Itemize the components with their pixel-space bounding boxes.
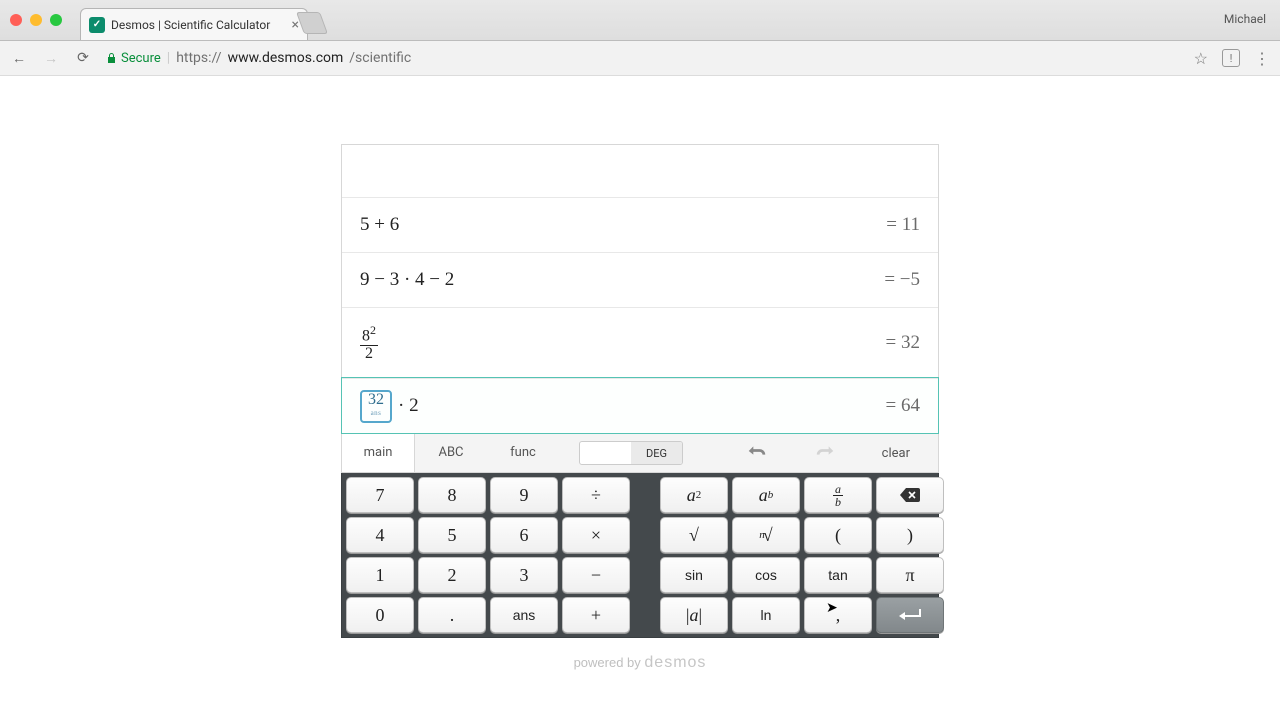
key-ans[interactable]: ans xyxy=(490,597,558,633)
profile-badge[interactable]: Michael xyxy=(1224,12,1266,26)
key-multiply[interactable]: × xyxy=(562,517,630,553)
keypad-left: 7 8 9 ÷ 4 5 6 × 1 2 3 − 0 . ans + xyxy=(346,477,630,633)
keypad-right: a2 ab ab √ n√ ( ) sin cos tan π |a| ln , xyxy=(660,477,944,633)
deg-option[interactable]: DEG xyxy=(631,442,682,464)
frac-exponent: 2 xyxy=(370,323,376,337)
keypad-toolbar: main ABC func DEG clear xyxy=(341,434,939,473)
redo-button xyxy=(814,444,840,462)
history-result: = −5 xyxy=(884,269,920,291)
key-decimal[interactable]: . xyxy=(418,597,486,633)
active-result: = 64 xyxy=(886,395,920,417)
history-expr: 5 + 6 xyxy=(360,214,886,236)
history-expr: 82 2 xyxy=(360,324,886,361)
secure-label: Secure xyxy=(121,51,161,66)
footer-prefix: powered by xyxy=(574,655,645,670)
secure-indicator: Secure xyxy=(106,51,161,66)
key-power[interactable]: ab xyxy=(732,477,800,513)
keypad: 7 8 9 ÷ 4 5 6 × 1 2 3 − 0 . ans + a2 ab … xyxy=(341,473,939,638)
key-backspace[interactable] xyxy=(876,477,944,513)
browser-tab[interactable]: ✓ Desmos | Scientific Calculator × xyxy=(80,8,308,40)
minimize-window-icon[interactable] xyxy=(30,14,42,26)
maximize-window-icon[interactable] xyxy=(50,14,62,26)
back-button[interactable]: ← xyxy=(10,50,28,67)
key-ln[interactable]: ln xyxy=(732,597,800,633)
url-path: /scientific xyxy=(349,50,411,66)
calculator: 5 + 6 = 11 9 − 3 · 4 − 2 = −5 82 2 = 32 xyxy=(341,144,939,672)
tab-abc[interactable]: ABC xyxy=(415,434,487,472)
key-abs[interactable]: |a| xyxy=(660,597,728,633)
key-enter[interactable] xyxy=(876,597,944,633)
browser-toolbar: ← → ⟳ Secure | https://www.desmos.com/sc… xyxy=(0,41,1280,76)
undo-icon xyxy=(746,444,768,458)
display-area: 5 + 6 = 11 9 − 3 · 4 − 2 = −5 82 2 = 32 xyxy=(341,144,939,434)
key-comma[interactable]: , xyxy=(804,597,872,633)
key-pi[interactable]: π xyxy=(876,557,944,593)
footer-brand: desmos xyxy=(644,654,706,671)
reload-button[interactable]: ⟳ xyxy=(74,50,92,66)
clear-button[interactable]: clear xyxy=(882,446,910,461)
key-6[interactable]: 6 xyxy=(490,517,558,553)
key-nthroot[interactable]: n√ xyxy=(732,517,800,553)
key-square[interactable]: a2 xyxy=(660,477,728,513)
key-fraction[interactable]: ab xyxy=(804,477,872,513)
history-result: = 11 xyxy=(886,214,920,236)
ans-value: 32 xyxy=(368,393,384,407)
tab-title: Desmos | Scientific Calculator xyxy=(111,18,270,32)
lock-icon xyxy=(106,52,117,64)
rad-option[interactable] xyxy=(580,442,631,464)
history-row[interactable]: 5 + 6 = 11 xyxy=(342,197,938,252)
key-3[interactable]: 3 xyxy=(490,557,558,593)
key-5[interactable]: 5 xyxy=(418,517,486,553)
history-expr: 9 − 3 · 4 − 2 xyxy=(360,269,884,291)
history-result: = 32 xyxy=(886,332,920,354)
display-blank-row[interactable] xyxy=(342,145,938,197)
backspace-icon xyxy=(900,488,920,502)
key-2[interactable]: 2 xyxy=(418,557,486,593)
active-expr: 32 ans · 2 xyxy=(360,390,886,423)
key-4[interactable]: 4 xyxy=(346,517,414,553)
frac-denom: 2 xyxy=(363,346,375,362)
key-7[interactable]: 7 xyxy=(346,477,414,513)
close-window-icon[interactable] xyxy=(10,14,22,26)
address-bar[interactable]: Secure | https://www.desmos.com/scientif… xyxy=(106,50,1180,66)
bookmark-icon[interactable]: ☆ xyxy=(1194,49,1208,68)
key-sin[interactable]: sin xyxy=(660,557,728,593)
key-minus[interactable]: − xyxy=(562,557,630,593)
history-row[interactable]: 9 − 3 · 4 − 2 = −5 xyxy=(342,252,938,307)
key-sqrt[interactable]: √ xyxy=(660,517,728,553)
footer: powered by desmos xyxy=(341,654,939,672)
url-protocol: https:// xyxy=(176,50,221,66)
key-cos[interactable]: cos xyxy=(732,557,800,593)
tab-main[interactable]: main xyxy=(342,434,415,472)
window-controls xyxy=(10,14,62,26)
menu-icon[interactable]: ⋮ xyxy=(1254,49,1270,68)
page-content: 5 + 6 = 11 9 − 3 · 4 − 2 = −5 82 2 = 32 xyxy=(0,144,1280,720)
url-host: www.desmos.com xyxy=(228,50,344,66)
frac-numer: 8 xyxy=(362,328,370,345)
key-tan[interactable]: tan xyxy=(804,557,872,593)
active-input-row[interactable]: 32 ans · 2 = 64 xyxy=(342,378,938,433)
key-lparen[interactable]: ( xyxy=(804,517,872,553)
key-9[interactable]: 9 xyxy=(490,477,558,513)
ans-chip[interactable]: 32 ans xyxy=(360,390,392,423)
key-rparen[interactable]: ) xyxy=(876,517,944,553)
key-divide[interactable]: ÷ xyxy=(562,477,630,513)
enter-icon xyxy=(899,609,921,621)
key-8[interactable]: 8 xyxy=(418,477,486,513)
active-suffix: · 2 xyxy=(398,395,419,417)
key-plus[interactable]: + xyxy=(562,597,630,633)
info-icon[interactable]: ! xyxy=(1222,49,1240,67)
undo-button[interactable] xyxy=(746,444,772,462)
forward-button: → xyxy=(42,50,60,67)
key-1[interactable]: 1 xyxy=(346,557,414,593)
favicon-icon: ✓ xyxy=(89,17,105,33)
browser-tabstrip: ✓ Desmos | Scientific Calculator × Micha… xyxy=(0,0,1280,41)
tab-func[interactable]: func xyxy=(487,434,559,472)
key-0[interactable]: 0 xyxy=(346,597,414,633)
angle-mode-toggle[interactable]: DEG xyxy=(579,441,683,465)
redo-icon xyxy=(814,444,836,458)
ans-label: ans xyxy=(371,406,382,420)
history-row[interactable]: 82 2 = 32 xyxy=(342,307,938,378)
